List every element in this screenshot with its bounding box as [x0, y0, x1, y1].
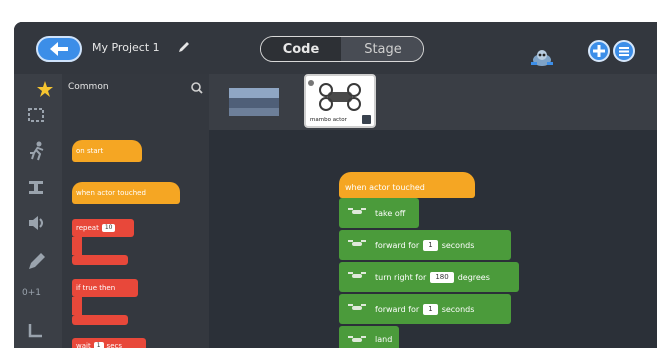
block-palette: Common on start when actor touched repea…: [37, 74, 209, 348]
top-bar: My Project 1 Code Stage: [14, 22, 657, 74]
block-label: wait: [76, 342, 91, 348]
block-label: forward for: [375, 304, 420, 314]
block-label: land: [375, 334, 393, 344]
pen-category-icon[interactable]: [26, 250, 48, 272]
wait-seconds[interactable]: 1: [93, 342, 104, 348]
block-suffix: seconds: [441, 240, 475, 250]
menu-icon: [619, 47, 629, 56]
pencil-icon[interactable]: [177, 40, 191, 54]
category-sidebar: 0+1: [14, 74, 62, 348]
drone-image: [308, 80, 361, 111]
thumbnail-background[interactable]: [229, 88, 279, 116]
block-label: repeat: [76, 224, 99, 232]
degrees-input[interactable]: 180: [430, 271, 454, 283]
drone-icon: [348, 240, 366, 246]
repeat-count[interactable]: 10: [101, 224, 116, 232]
sound-category-icon[interactable]: [26, 214, 48, 232]
back-button[interactable]: [36, 36, 82, 62]
motion-category-icon[interactable]: [26, 106, 48, 124]
add-button[interactable]: [588, 40, 610, 62]
palette-block-wait[interactable]: wait 1 secs: [72, 338, 146, 348]
drone-icon: [348, 272, 366, 278]
tab-stage[interactable]: Stage: [341, 37, 423, 61]
block-label: on start: [76, 147, 104, 155]
drone-icon: [348, 208, 366, 214]
block-suffix: seconds: [441, 304, 475, 314]
block-suffix: secs: [106, 342, 122, 348]
script-block-take-off[interactable]: take off: [339, 198, 419, 228]
palette-block-when-actor-touched[interactable]: when actor touched: [72, 182, 180, 204]
stage-thumbnails: mambo actor: [209, 74, 657, 130]
block-label: forward for: [375, 240, 420, 250]
block-label: turn right for: [375, 272, 427, 282]
duration-input[interactable]: 1: [423, 239, 438, 251]
block-label: take off: [375, 208, 406, 218]
script-block-forward-2[interactable]: forward for 1 seconds: [339, 294, 511, 324]
code-stage-tabs: Code Stage: [260, 36, 424, 62]
running-figure-icon[interactable]: [26, 140, 48, 162]
star-icon: [37, 81, 53, 97]
background-image: [229, 88, 279, 116]
actor-badge: [362, 115, 371, 124]
category-title: Common: [68, 82, 109, 92]
app-window: My Project 1 Code Stage 0+1 Common on st…: [14, 22, 657, 348]
script-block-land[interactable]: land: [339, 326, 399, 348]
block-label: if true then: [76, 284, 116, 292]
palette-block-on-start[interactable]: on start: [72, 140, 142, 162]
script-hat-when-actor-touched[interactable]: when actor touched: [339, 172, 475, 198]
script-block-turn-right[interactable]: turn right for 180 degrees: [339, 262, 519, 292]
drone-icon: [348, 336, 366, 342]
hat-label: when actor touched: [345, 183, 425, 192]
block-suffix: degrees: [457, 272, 490, 282]
script-block-forward-1[interactable]: forward for 1 seconds: [339, 230, 511, 260]
menu-button[interactable]: [613, 40, 635, 62]
more-category-icon[interactable]: [26, 322, 48, 340]
search-icon[interactable]: [190, 81, 204, 95]
duration-input[interactable]: 1: [423, 303, 438, 315]
tab-code[interactable]: Code: [261, 37, 341, 61]
operators-category-icon[interactable]: 0+1: [22, 288, 41, 298]
thumbnail-mambo-actor[interactable]: mambo actor: [304, 74, 376, 128]
project-name[interactable]: My Project 1: [92, 41, 160, 54]
robot-sprite-icon[interactable]: [529, 48, 555, 68]
block-label: when actor touched: [76, 189, 146, 197]
plus-icon: [593, 45, 605, 57]
thumbnail-label: mambo actor: [310, 117, 347, 123]
back-arrow-icon: [50, 42, 68, 56]
control-category-icon[interactable]: [26, 178, 48, 196]
drone-icon: [348, 304, 366, 310]
